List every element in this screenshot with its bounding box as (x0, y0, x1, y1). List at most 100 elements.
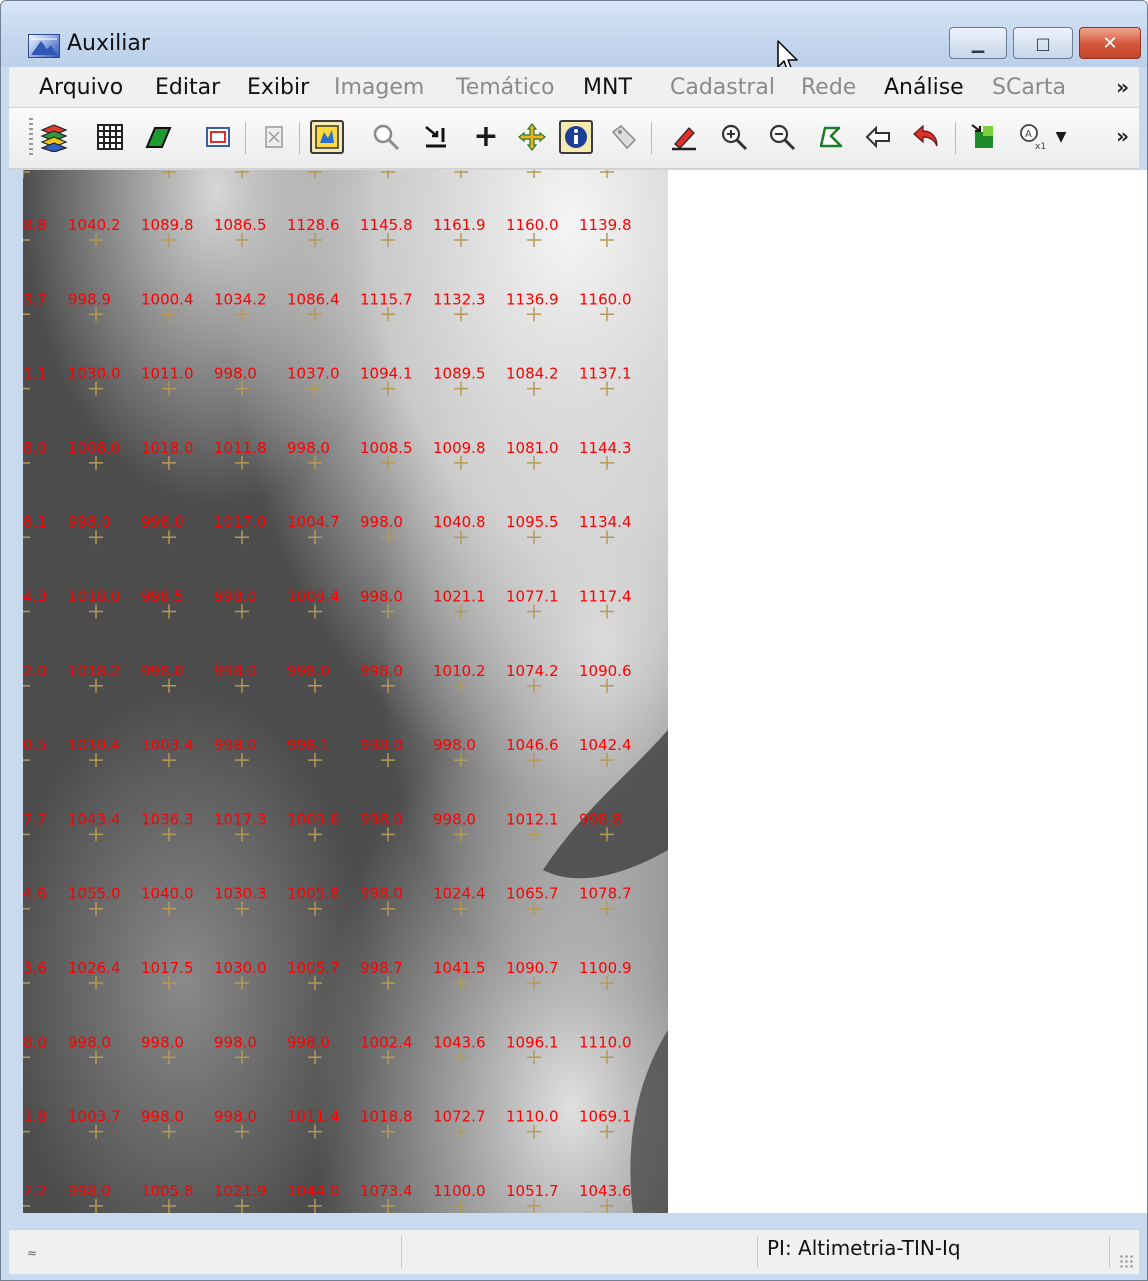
export-button[interactable] (967, 120, 1001, 154)
menu-analise[interactable]: Análise (884, 75, 964, 100)
grid-value-label: 1145.8 (360, 216, 413, 234)
grid-value-label: 3.7 (23, 290, 47, 308)
close-icon: ✕ (1102, 32, 1118, 54)
info-button[interactable] (559, 120, 593, 154)
snap-icon (425, 126, 446, 148)
grid-value-label: 998.0 (214, 588, 257, 606)
toolbar-separator (651, 122, 652, 154)
grid-value-label: 1000.4 (141, 290, 194, 308)
grid-value-label: 1008.5 (360, 439, 413, 457)
status-bar: ≈ PI: Altimetria-TIN-Iq (9, 1229, 1139, 1274)
title-bar[interactable]: Auxiliar ▁ □ ✕ (1, 1, 1147, 73)
tag-icon (611, 125, 637, 150)
grid-value-label: 1081.0 (506, 439, 559, 457)
svg-text:A: A (1025, 129, 1032, 140)
back-arrow-button[interactable] (861, 120, 895, 154)
map-canvas[interactable]: 8.8 1040.2 1089.8 1086.5 1128.6 1145.8 1161.9 1… (23, 170, 1147, 1213)
grid-value-label: 7.7 (23, 810, 47, 828)
minimize-button[interactable]: ▁ (949, 27, 1007, 59)
rectangle-frame-button[interactable] (201, 120, 235, 154)
menu-mnt[interactable]: MNT (583, 75, 632, 100)
pan-button[interactable] (515, 120, 549, 154)
dropdown-arrow-icon: ▼ (1055, 129, 1067, 145)
edit-pencil-button[interactable] (667, 120, 701, 154)
menu-cadastral[interactable]: Cadastral (670, 75, 775, 100)
menu-scarta[interactable]: SCarta (992, 75, 1066, 100)
zoom-in-button[interactable] (717, 120, 751, 154)
search-icon (373, 124, 400, 151)
grid-value-label: 1024.4 (433, 885, 486, 903)
grid-value-label: 0.5 (23, 736, 47, 754)
grid-value-label: 8.1 (23, 513, 47, 531)
scale-button[interactable]: A x1 (1015, 120, 1049, 154)
toolbar-grip[interactable] (29, 118, 33, 158)
zoom-out-icon (769, 124, 796, 151)
menu-tematico[interactable]: Temático (456, 75, 554, 100)
crosshair-button[interactable]: + (469, 120, 503, 154)
grid-value-label: 1043.6 (579, 1182, 632, 1200)
grid-value-label: 1096.1 (506, 1033, 559, 1051)
scale-dropdown-button[interactable]: ▼ (1049, 120, 1073, 154)
grid-value-label: 998.0 (360, 662, 403, 680)
grid-value-label: 1003.7 (68, 1108, 121, 1126)
search-button[interactable] (369, 120, 403, 154)
select-object-button[interactable] (310, 120, 344, 154)
grid-value-label: 998.9 (68, 290, 111, 308)
grid-value-label: 1074.2 (506, 662, 559, 680)
grid-value-label: 1128.6 (287, 216, 340, 234)
window-title: Auxiliar (67, 31, 150, 56)
menu-arquivo[interactable]: Arquivo (39, 75, 123, 100)
menu-imagem[interactable]: Imagem (334, 75, 424, 100)
menu-overflow-button[interactable]: » (1116, 75, 1129, 99)
menu-editar[interactable]: Editar (155, 75, 220, 100)
grid-value-label: 1046.6 (506, 736, 559, 754)
grid-value-label: 1011.4 (287, 1108, 340, 1126)
pan-icon (518, 123, 546, 151)
layers-button[interactable] (37, 120, 71, 154)
zoom-area-button[interactable] (813, 120, 847, 154)
terrain-image[interactable]: 8.8 1040.2 1089.8 1086.5 1128.6 1145.8 1161.9 1… (23, 170, 668, 1213)
tag-button[interactable] (607, 120, 641, 154)
grid-value-label: 7.2 (23, 1182, 47, 1200)
menu-rede[interactable]: Rede (801, 75, 856, 100)
status-separator (401, 1236, 402, 1268)
toolbar-overflow-button[interactable]: » (1116, 124, 1129, 148)
grid-value-label: 1044.0 (287, 1182, 340, 1200)
maximize-button[interactable]: □ (1013, 27, 1073, 59)
grid-value-label: 1043.6 (433, 1033, 486, 1051)
grid-value-label: 1021.1 (433, 588, 486, 606)
undo-button[interactable] (909, 120, 943, 154)
zoom-out-button[interactable] (765, 120, 799, 154)
minimize-icon: ▁ (971, 33, 985, 53)
grid-value-label: 998.0 (433, 810, 476, 828)
grid-value-label: 998.0 (433, 736, 476, 754)
grid-value-label: 1089.5 (433, 365, 486, 383)
select-object-icon (315, 125, 339, 149)
snap-button[interactable] (419, 120, 453, 154)
grid-value-label: 1110.0 (506, 1108, 559, 1126)
grid-value-label: 1017.3 (214, 810, 267, 828)
polygon-fill-button[interactable] (141, 120, 175, 154)
grid-value-label: 3.6 (23, 959, 47, 977)
grid-value-label: 8.0 (23, 439, 47, 457)
menu-bar: Arquivo Editar Exibir Imagem Temático MNT Cada… (9, 67, 1139, 108)
grid-button[interactable] (93, 120, 127, 154)
grid-value-label: 1090.7 (506, 959, 559, 977)
grid-value-label: 1005.7 (287, 959, 340, 977)
grid-value-label: 1073.4 (360, 1182, 413, 1200)
grid-value-label: 1.8 (23, 1108, 47, 1126)
grid-value-label: 1010.4 (68, 736, 121, 754)
grid-value-label: 1090.6 (579, 662, 632, 680)
app-icon[interactable] (28, 34, 60, 58)
grid-value-label: 1072.7 (433, 1108, 486, 1126)
menu-exibir[interactable]: Exibir (247, 75, 309, 100)
disabled-tool-button[interactable] (257, 120, 291, 154)
grid-value-label: 998.1 (287, 736, 330, 754)
grid-value-label: 1077.1 (506, 588, 559, 606)
close-button[interactable]: ✕ (1079, 27, 1141, 59)
grid-value-label: 998.0 (141, 662, 184, 680)
grid-value-label: 1086.4 (287, 290, 340, 308)
grid-value-label: 1110.0 (579, 1033, 632, 1051)
grid-value-label: 1139.8 (579, 216, 632, 234)
resize-grip[interactable] (1119, 1254, 1133, 1268)
